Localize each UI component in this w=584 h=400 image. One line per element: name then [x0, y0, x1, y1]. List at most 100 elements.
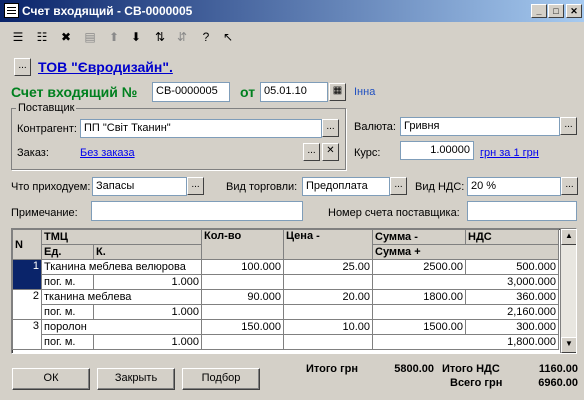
- unit-cell[interactable]: пог. м.: [41, 274, 94, 290]
- contractor-field[interactable]: ПП "Світ Тканин": [80, 119, 322, 138]
- total-cell[interactable]: 2,160.000: [372, 304, 560, 320]
- unit-cell[interactable]: пог. м.: [41, 334, 94, 350]
- help-icon[interactable]: ?: [196, 27, 216, 47]
- vertical-scrollbar[interactable]: ▲ ▼: [560, 229, 576, 353]
- grand-total-label: Всего грн: [450, 377, 503, 389]
- qty-cell[interactable]: 100.000: [201, 259, 285, 275]
- row-number: 2: [12, 289, 42, 320]
- k-cell[interactable]: 1.000: [92, 274, 203, 290]
- total-value: 5800.00: [394, 363, 434, 375]
- k-cell[interactable]: 1.000: [92, 334, 203, 350]
- total-cell[interactable]: 3,000.000: [372, 274, 560, 290]
- supplier-no-field[interactable]: [467, 201, 577, 221]
- doc-number-field[interactable]: СВ-0000005: [152, 82, 230, 102]
- close-button[interactable]: Закрыть: [97, 368, 175, 390]
- ok-button[interactable]: ОК: [12, 368, 90, 390]
- table-row[interactable]: 1 Тканина меблева велюрова 100.000 25.00…: [12, 259, 560, 290]
- context-help-icon[interactable]: ↖: [218, 27, 238, 47]
- title-bar: Счет входящий - СВ-0000005 _ □ ✕: [0, 0, 584, 22]
- minimize-button[interactable]: _: [531, 4, 547, 18]
- sum-cell[interactable]: 1500.00: [372, 319, 467, 335]
- date-field[interactable]: 05.01.10: [260, 82, 328, 102]
- toolbar: ☰ ☷ ✖ ▤ ⬆ ⬇ ⇅ ⇵ ? ↖: [0, 24, 584, 52]
- table-row[interactable]: пог. м. 1.000 3,000.000: [13, 274, 560, 290]
- org-select-button[interactable]: ...: [14, 58, 31, 76]
- item-name[interactable]: тканина меблева: [40, 289, 203, 305]
- table-row[interactable]: пог. м. 1.000 1,800.000: [13, 334, 560, 350]
- move-down-icon[interactable]: ⬇: [126, 27, 146, 47]
- sum-cell[interactable]: 2500.00: [372, 259, 467, 275]
- new-row-icon[interactable]: ☰: [8, 27, 28, 47]
- row-number: 3: [12, 319, 42, 350]
- qty-cell[interactable]: 90.000: [201, 289, 285, 305]
- col-sum-header[interactable]: Сумма -: [372, 229, 467, 245]
- scroll-down-icon[interactable]: ▼: [561, 337, 576, 353]
- close-window-button[interactable]: ✕: [566, 4, 582, 18]
- currency-select-button[interactable]: ...: [560, 117, 577, 135]
- col-vat-header[interactable]: НДС: [465, 229, 560, 245]
- date-label: от: [240, 84, 256, 100]
- col-total-header[interactable]: Сумма +: [372, 244, 560, 260]
- vat-cell[interactable]: 500.000: [465, 259, 560, 275]
- what-field[interactable]: Запасы: [92, 177, 187, 196]
- delete-row-icon[interactable]: ✖: [56, 27, 76, 47]
- order-link[interactable]: Без заказа: [80, 147, 135, 159]
- total-cell[interactable]: 1,800.000: [372, 334, 560, 350]
- calendar-icon[interactable]: ▦: [329, 83, 346, 101]
- order-label: Заказ:: [17, 147, 49, 159]
- qty-cell[interactable]: 150.000: [201, 319, 285, 335]
- item-name[interactable]: поролон: [40, 319, 203, 335]
- price-cell[interactable]: 20.00: [283, 289, 374, 305]
- currency-label: Валюта:: [354, 121, 396, 133]
- item-name[interactable]: Тканина меблева велюрова: [40, 259, 203, 275]
- col-qty-header[interactable]: Кол-во: [201, 229, 285, 260]
- copy-row-icon[interactable]: ▤: [80, 27, 100, 47]
- vat-label: Вид НДС:: [415, 181, 465, 193]
- contractor-select-button[interactable]: ...: [322, 119, 339, 137]
- trade-select-button[interactable]: ...: [390, 177, 407, 195]
- sort-desc-icon[interactable]: ⇵: [172, 27, 192, 47]
- col-n-header[interactable]: N: [12, 229, 42, 260]
- scroll-up-icon[interactable]: ▲: [561, 229, 576, 245]
- order-select-button[interactable]: ...: [303, 143, 320, 161]
- sum-cell[interactable]: 1800.00: [372, 289, 467, 305]
- trade-field[interactable]: Предоплата: [302, 177, 390, 196]
- table-row[interactable]: пог. м. 1.000 2,160.000: [13, 304, 560, 320]
- document-icon: [4, 3, 19, 18]
- note-label: Примечание:: [11, 207, 78, 219]
- rate-label: Курс:: [354, 147, 381, 159]
- col-price-header[interactable]: Цена -: [283, 229, 374, 260]
- vat-total-value: 1160.00: [538, 363, 578, 375]
- order-clear-button[interactable]: ✕: [322, 143, 339, 161]
- move-up-icon[interactable]: ⬆: [104, 27, 124, 47]
- col-k-header[interactable]: К.: [92, 244, 203, 260]
- table-row[interactable]: 2 тканина меблева 90.000 20.00 1800.00 3…: [12, 289, 560, 320]
- rate-note-link[interactable]: грн за 1 грн: [480, 147, 539, 159]
- price-cell[interactable]: 10.00: [283, 319, 374, 335]
- vat-total-label: Итого НДС: [442, 363, 500, 375]
- goods-table[interactable]: N ТМЦ Кол-во Цена - Сумма - НДС Ед. К. С…: [11, 228, 577, 354]
- row-number: 1: [12, 259, 42, 290]
- organization-link[interactable]: ТОВ "Євродизайн".: [38, 59, 173, 75]
- price-cell[interactable]: 25.00: [283, 259, 374, 275]
- total-label: Итого грн: [306, 363, 359, 375]
- col-unit-header[interactable]: Ед.: [41, 244, 94, 260]
- k-cell[interactable]: 1.000: [92, 304, 203, 320]
- select-button[interactable]: Подбор: [182, 368, 260, 390]
- add-row-icon[interactable]: ☷: [32, 27, 52, 47]
- supplier-group-label: Поставщик: [16, 102, 77, 114]
- vat-cell[interactable]: 300.000: [465, 319, 560, 335]
- rate-field[interactable]: 1.00000: [400, 141, 474, 160]
- vat-select-button[interactable]: ...: [561, 177, 578, 195]
- maximize-button[interactable]: □: [548, 4, 564, 18]
- grand-total-value: 6960.00: [538, 377, 578, 389]
- table-row[interactable]: 3 поролон 150.000 10.00 1500.00 300.000: [12, 319, 560, 350]
- sort-asc-icon[interactable]: ⇅: [150, 27, 170, 47]
- col-item-header[interactable]: ТМЦ: [40, 229, 203, 245]
- currency-field[interactable]: Гривня: [400, 117, 560, 136]
- vat-field[interactable]: 20 %: [467, 177, 561, 196]
- note-field[interactable]: [91, 201, 303, 221]
- what-select-button[interactable]: ...: [187, 177, 204, 195]
- unit-cell[interactable]: пог. м.: [41, 304, 94, 320]
- vat-cell[interactable]: 360.000: [465, 289, 560, 305]
